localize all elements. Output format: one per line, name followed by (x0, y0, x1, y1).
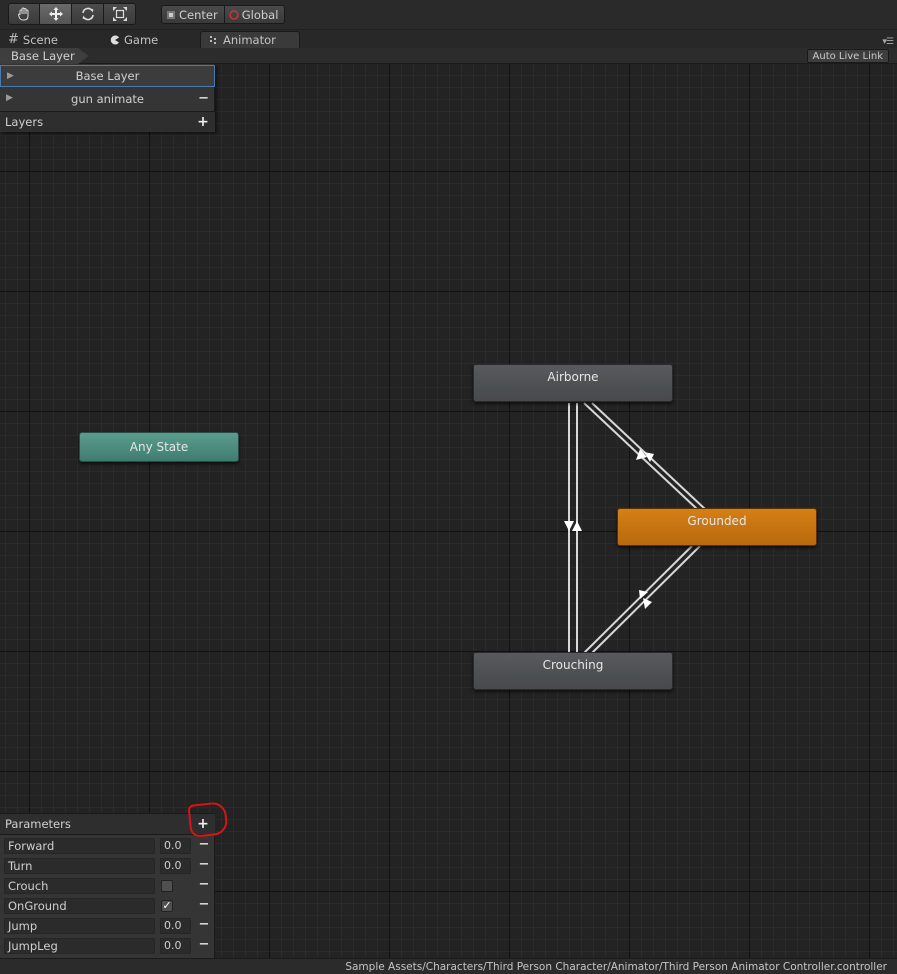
layers-header-label: Layers (5, 115, 44, 129)
grid-icon: # (8, 32, 19, 47)
transform-tools (8, 3, 136, 25)
breadcrumb-bar: Base Layer Auto Live Link (0, 48, 897, 64)
remove-parameter-button[interactable]: − (198, 877, 210, 892)
tab-animator[interactable]: Animator (200, 31, 300, 48)
expand-arrow-icon[interactable]: ▶ (6, 93, 13, 103)
controller-path: Sample Assets/Characters/Third Person Ch… (345, 961, 887, 973)
rotate-icon (81, 7, 94, 21)
main-toolbar: Center Global (0, 0, 897, 30)
parameter-value-field[interactable]: 0.0 (160, 858, 191, 874)
state-any-state[interactable]: Any State (79, 432, 239, 462)
animator-icon (210, 36, 216, 44)
parameter-name-field[interactable]: Crouch (4, 878, 155, 894)
parameter-row-forward: Forward 0.0 − (4, 837, 214, 855)
hand-icon (18, 7, 29, 21)
transition-grounded-crouching[interactable] (583, 545, 693, 654)
pivot-center-icon (167, 10, 175, 19)
auto-live-link-button[interactable]: Auto Live Link (806, 49, 889, 63)
move-tool-button[interactable] (40, 3, 72, 25)
parameters-header-label: Parameters (5, 817, 71, 831)
parameter-checkbox[interactable]: ✓ (161, 900, 173, 912)
parameter-row-onground: OnGround ✓ − (4, 897, 214, 915)
tab-scene[interactable]: # Scene (8, 31, 58, 48)
tab-game[interactable]: Game (110, 31, 158, 48)
parameter-row-crouch: Crouch − (4, 877, 214, 895)
layer-item-label: Base Layer (75, 69, 140, 83)
parameter-name-field[interactable]: Jump (4, 918, 155, 934)
pivot-toggle-group: Center Global (161, 5, 286, 24)
parameter-name-field[interactable]: JumpLeg (4, 938, 155, 954)
arrow-up-icon (572, 521, 582, 531)
remove-layer-button[interactable]: − (198, 91, 209, 106)
remove-parameter-button[interactable]: − (198, 937, 210, 952)
state-crouching[interactable]: Crouching (473, 652, 673, 690)
arrow-icon (643, 598, 652, 609)
arrow-down-icon (564, 521, 574, 531)
remove-parameter-button[interactable]: − (198, 917, 210, 932)
global-icon (228, 9, 239, 20)
parameter-name-field[interactable]: Forward (4, 838, 155, 854)
state-airborne[interactable]: Airborne (473, 364, 673, 402)
layer-item-base-layer[interactable]: ▶ Base Layer (0, 65, 215, 87)
hand-tool-button[interactable] (8, 3, 40, 25)
tab-game-label: Game (124, 32, 159, 47)
parameters-header: Parameters (0, 814, 215, 835)
tab-menu-icon[interactable]: ▾☰ (882, 37, 894, 47)
pivot-mode-label: Center (179, 7, 218, 22)
state-grounded[interactable]: Grounded (617, 508, 817, 546)
layers-panel: ▶ Base Layer ▶ gun animate − Layers + (0, 64, 215, 132)
parameter-checkbox[interactable] (161, 880, 173, 892)
pivot-rotation-button[interactable]: Global (224, 5, 286, 24)
parameter-row-turn: Turn 0.0 − (4, 857, 214, 875)
window-tab-bar: # Scene Game Animator ▾☰ (0, 30, 897, 48)
layer-item-gun-animate[interactable]: ▶ gun animate − (0, 88, 215, 110)
remove-parameter-button[interactable]: − (198, 857, 210, 872)
scale-icon (112, 7, 127, 21)
layer-item-label: gun animate (71, 92, 144, 106)
scale-tool-button[interactable] (104, 3, 136, 25)
checkmark-icon: ✓ (162, 899, 172, 912)
pivot-rotation-label: Global (241, 7, 279, 22)
breadcrumb-base-layer[interactable]: Base Layer (0, 48, 89, 64)
tab-scene-label: Scene (22, 32, 58, 47)
move-icon (48, 7, 63, 21)
layers-header: Layers + (0, 111, 215, 132)
parameter-row-jump: Jump 0.0 − (4, 917, 214, 935)
status-bar: Sample Assets/Characters/Third Person Ch… (0, 958, 897, 974)
add-layer-button[interactable]: + (196, 114, 210, 130)
parameter-name-field[interactable]: Turn (4, 858, 155, 874)
remove-parameter-button[interactable]: − (198, 837, 210, 852)
parameter-name-field[interactable]: OnGround (4, 898, 155, 914)
parameter-value-field[interactable]: 0.0 (160, 938, 191, 954)
parameter-row-jumpleg: JumpLeg 0.0 − (4, 937, 214, 955)
expand-arrow-icon[interactable]: ▶ (7, 71, 14, 81)
parameter-value-field[interactable]: 0.0 (160, 838, 191, 854)
pacman-icon (110, 35, 119, 44)
tab-animator-label: Animator (223, 33, 276, 47)
pivot-mode-button[interactable]: Center (161, 5, 225, 24)
remove-parameter-button[interactable]: − (198, 897, 210, 912)
parameter-value-field[interactable]: 0.0 (160, 918, 191, 934)
parameters-panel: Parameters + Forward 0.0 − Turn 0.0 − Cr… (0, 801, 229, 958)
rotate-tool-button[interactable] (72, 3, 104, 25)
